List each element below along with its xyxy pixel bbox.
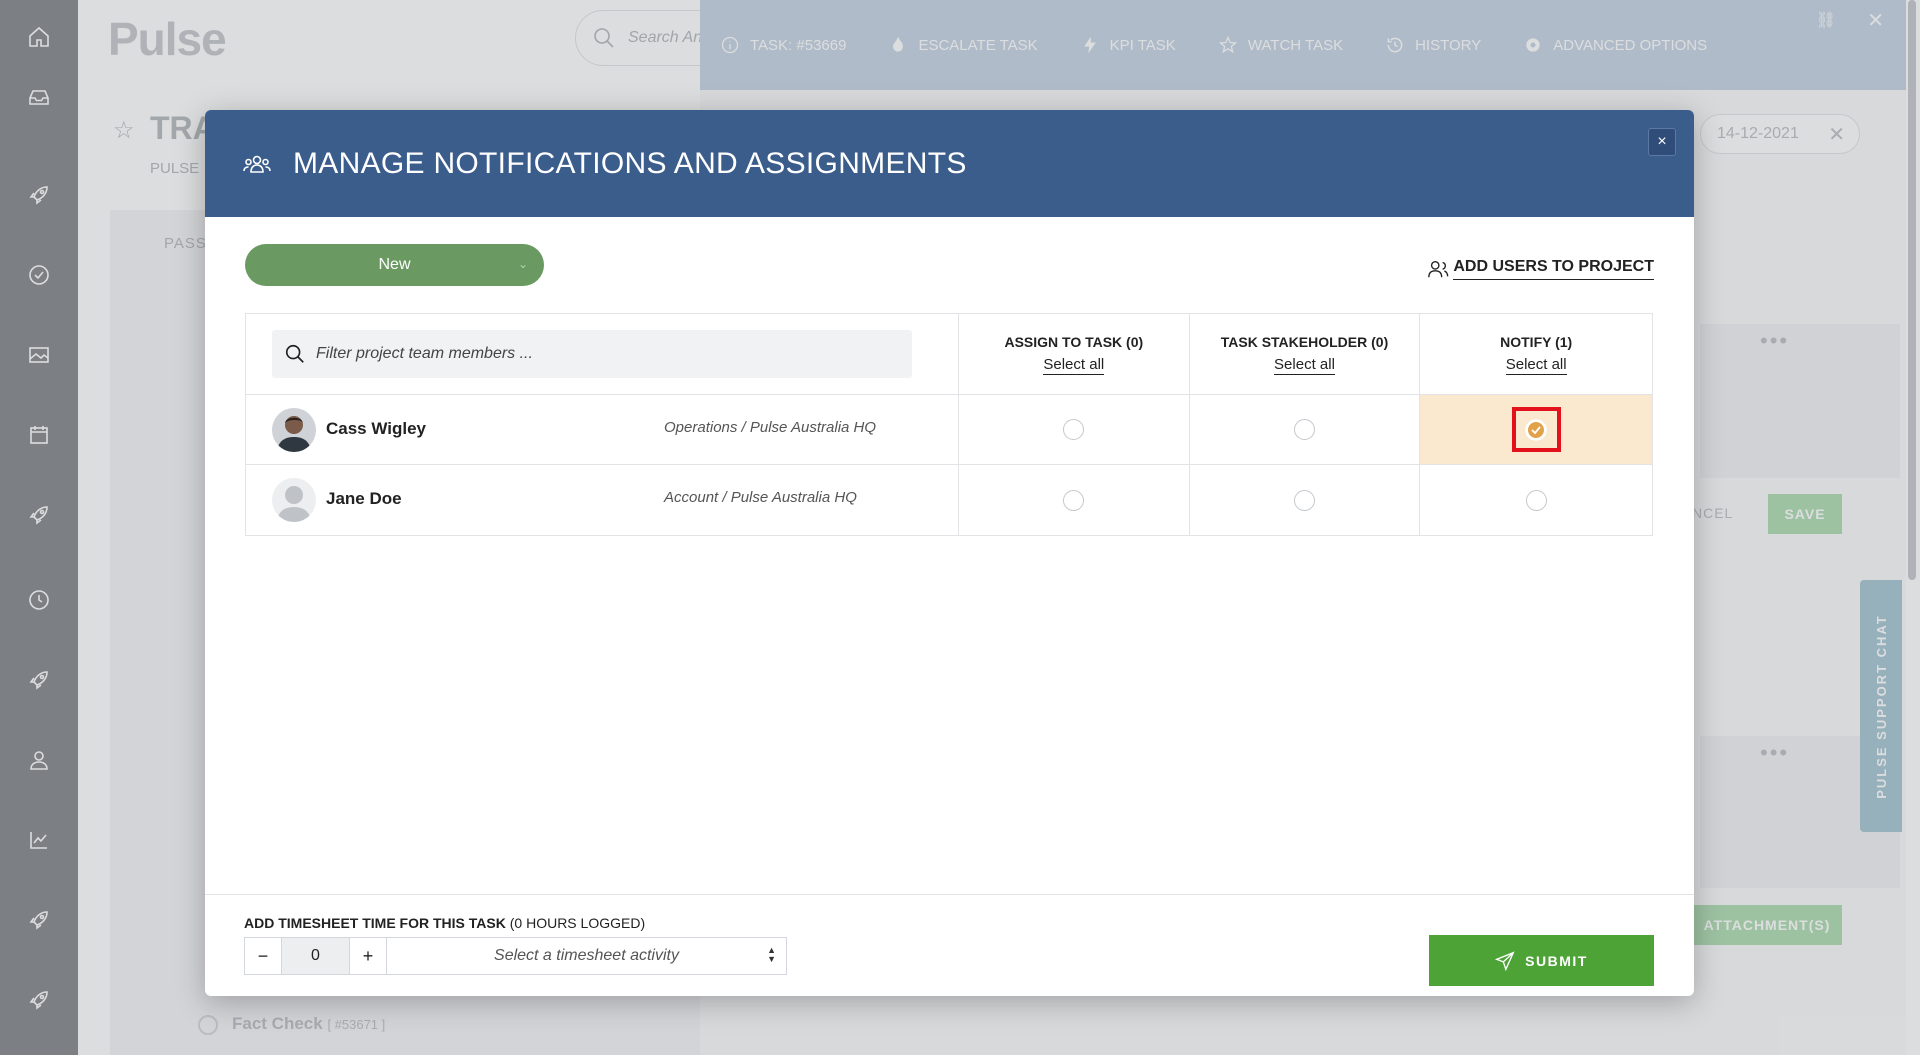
column-header-stakeholder: TASK STAKEHOLDER (0) Select all xyxy=(1190,314,1421,394)
increment-button[interactable]: + xyxy=(350,938,387,974)
select-arrows-icon: ▲ ▼ xyxy=(767,945,776,964)
column-header-assign: ASSIGN TO TASK (0) Select all xyxy=(959,314,1190,394)
notify-cell-highlighted xyxy=(1420,395,1652,464)
users-group-icon xyxy=(243,155,271,173)
modal-header: MANAGE NOTIFICATIONS AND ASSIGNMENTS × xyxy=(205,110,1694,217)
status-select[interactable]: New ⌄ xyxy=(245,244,544,286)
team-members-table: ASSIGN TO TASK (0) Select all TASK STAKE… xyxy=(245,313,1653,536)
table-row: Cass Wigley Operations / Pulse Australia… xyxy=(246,395,1652,465)
user-name: Cass Wigley xyxy=(326,419,426,438)
chevron-down-icon: ⌄ xyxy=(517,257,528,271)
notify-radio[interactable] xyxy=(1525,489,1547,511)
avatar xyxy=(272,408,316,452)
table-row: Jane Doe Account / Pulse Australia HQ xyxy=(246,465,1652,535)
modal-title: MANAGE NOTIFICATIONS AND ASSIGNMENTS xyxy=(293,146,967,180)
notify-select-all-link[interactable]: Select all xyxy=(1505,356,1567,375)
filter-box[interactable] xyxy=(272,330,912,378)
modal-footer: ADD TIMESHEET TIME FOR THIS TASK (0 HOUR… xyxy=(205,894,1694,996)
timesheet-activity-select[interactable]: Select a timesheet activity ▲ ▼ xyxy=(387,938,786,974)
manage-notifications-modal: MANAGE NOTIFICATIONS AND ASSIGNMENTS × N… xyxy=(205,110,1694,996)
assign-radio[interactable] xyxy=(1063,419,1085,440)
focus-highlight-box xyxy=(1511,407,1561,452)
stakeholder-select-all-link[interactable]: Select all xyxy=(1274,356,1335,375)
stakeholder-radio[interactable] xyxy=(1293,489,1315,511)
filter-team-members-input[interactable] xyxy=(316,345,896,363)
timesheet-label: ADD TIMESHEET TIME FOR THIS TASK (0 HOUR… xyxy=(244,915,646,931)
column-header-notify: NOTIFY (1) Select all xyxy=(1500,333,1573,375)
assign-radio[interactable] xyxy=(1063,489,1085,511)
stakeholder-radio[interactable] xyxy=(1293,419,1315,440)
add-user-icon xyxy=(1428,260,1449,278)
close-button[interactable]: × xyxy=(1648,128,1676,156)
check-icon xyxy=(1531,425,1541,434)
notify-radio-checked[interactable] xyxy=(1525,418,1548,441)
add-users-to-project-link[interactable]: ADD USERS TO PROJECT xyxy=(1427,258,1654,280)
user-name: Jane Doe xyxy=(326,489,402,508)
decrement-button[interactable]: − xyxy=(245,938,282,974)
submit-button[interactable]: SUBMIT xyxy=(1429,935,1654,986)
table-header-row: ASSIGN TO TASK (0) Select all TASK STAKE… xyxy=(246,314,1652,395)
user-department: Operations / Pulse Australia HQ xyxy=(664,419,877,436)
timesheet-stepper: − 0 + Select a timesheet activity ▲ ▼ xyxy=(244,937,787,975)
avatar xyxy=(272,478,316,522)
user-department: Account / Pulse Australia HQ xyxy=(664,489,857,506)
hours-input[interactable]: 0 xyxy=(282,938,350,974)
assign-select-all-link[interactable]: Select all xyxy=(1043,356,1105,375)
filter-cell xyxy=(246,314,959,394)
paper-plane-icon xyxy=(1495,950,1515,971)
search-icon xyxy=(285,344,304,363)
